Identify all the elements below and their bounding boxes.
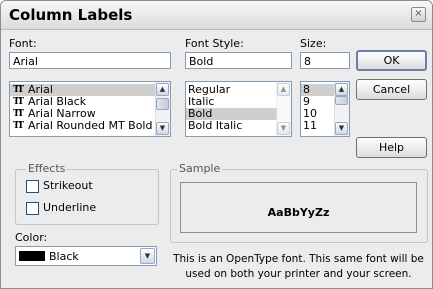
color-value: Black (49, 250, 79, 263)
sample-label: Sample (177, 162, 223, 175)
effects-label: Effects (26, 162, 68, 175)
scroll-thumb[interactable] (335, 96, 348, 105)
underline-label[interactable]: Underline (43, 201, 96, 214)
font-list-item[interactable]: TT Arial Narrow (10, 108, 156, 120)
scroll-up-icon[interactable]: ▲ (335, 83, 348, 96)
font-input[interactable]: Arial (9, 52, 171, 69)
font-list-item[interactable]: TT Arial Black (10, 96, 156, 108)
font-style-list-item[interactable]: Regular (186, 84, 277, 96)
scroll-down-icon[interactable]: ▼ (335, 122, 348, 135)
description-line: This is an OpenType font. This same font… (173, 253, 424, 265)
scroll-thumb[interactable] (156, 98, 169, 110)
color-select[interactable]: Black ▼ (15, 246, 157, 266)
size-list-item[interactable]: 8 (301, 84, 335, 96)
scroll-up-icon[interactable]: ▲ (156, 83, 169, 96)
font-label: Font: (9, 37, 37, 50)
dialog-title: Column Labels (9, 6, 133, 24)
font-style-list-item[interactable]: Bold (186, 108, 277, 120)
cancel-button[interactable]: Cancel (356, 79, 427, 100)
font-style-input[interactable]: Bold (185, 52, 292, 69)
size-input[interactable]: 8 (300, 52, 350, 69)
font-list-scrollbar[interactable]: ▲ ▼ (155, 82, 170, 136)
color-swatch (19, 251, 45, 261)
title-bar[interactable]: Column Labels × (1, 1, 432, 30)
close-icon[interactable]: × (411, 7, 426, 22)
ok-button[interactable]: OK (356, 50, 427, 71)
font-list-item[interactable]: TT Arial (10, 84, 156, 96)
help-button[interactable]: Help (356, 137, 427, 158)
size-list-item[interactable]: 10 (301, 108, 335, 120)
scroll-up-icon[interactable]: ▲ (277, 83, 290, 96)
strikeout-checkbox[interactable] (26, 180, 39, 193)
truetype-icon: TT (13, 85, 24, 95)
font-style-list-item[interactable]: Italic (186, 96, 277, 108)
color-label: Color: (15, 231, 48, 244)
size-list-item[interactable]: 9 (301, 96, 335, 108)
font-style-list-item[interactable]: Bold Italic (186, 120, 277, 132)
size-list[interactable]: 8 9 10 11 ▲ ▼ (300, 81, 350, 137)
size-label: Size: (300, 37, 327, 50)
truetype-icon: TT (13, 97, 24, 107)
column-labels-dialog: Column Labels × Font: Arial TT Arial TT … (0, 0, 433, 289)
sample-text: AaBbYyZz (267, 206, 330, 219)
font-description: This is an OpenType font. This same font… (171, 252, 426, 282)
truetype-icon: TT (13, 109, 24, 119)
strikeout-label[interactable]: Strikeout (43, 179, 93, 192)
font-style-list-scrollbar[interactable]: ▲ ▼ (276, 82, 291, 136)
font-style-list[interactable]: Regular Italic Bold Bold Italic ▲ ▼ (185, 81, 292, 137)
font-list-item[interactable]: TT Arial Rounded MT Bold (10, 120, 156, 132)
size-list-item[interactable]: 11 (301, 120, 335, 132)
font-style-label: Font Style: (185, 37, 244, 50)
effects-group (15, 169, 159, 225)
scroll-down-icon[interactable]: ▼ (277, 122, 290, 135)
font-list[interactable]: TT Arial TT Arial Black TT Arial Narrow … (9, 81, 171, 137)
truetype-icon: TT (13, 121, 24, 131)
sample-preview: AaBbYyZz (180, 182, 417, 233)
scroll-down-icon[interactable]: ▼ (156, 122, 169, 135)
underline-checkbox[interactable] (26, 202, 39, 215)
size-list-scrollbar[interactable]: ▲ ▼ (334, 82, 349, 136)
description-line: used on both your printer and your scree… (185, 268, 412, 280)
chevron-down-icon[interactable]: ▼ (140, 248, 155, 264)
